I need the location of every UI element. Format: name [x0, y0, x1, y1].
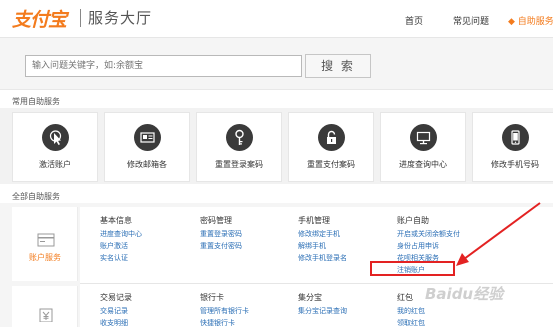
logo-separator [80, 9, 81, 27]
nav-faq[interactable]: 常见问题 [453, 14, 489, 27]
link-real-name[interactable]: 实名认证 [100, 252, 142, 264]
link-manage-bank-cards[interactable]: 管理所有银行卡 [200, 305, 249, 317]
column-mobile: 手机管理 修改绑定手机 解绑手机 修改手机登录名 [298, 215, 347, 264]
column-heading: 密码管理 [200, 216, 232, 225]
baidu-watermark: Baidu经验 [425, 285, 504, 303]
link-progress-center[interactable]: 进度查询中心 [100, 228, 142, 240]
column-heading: 集分宝 [298, 293, 322, 302]
category-label: 账户服务 [29, 253, 61, 262]
tile-reset-pay-password[interactable]: 重置支付案码 [288, 112, 374, 182]
link-reset-pay-password[interactable]: 重置支付密码 [200, 240, 242, 252]
tile-change-email[interactable]: 修改邮箱各 [104, 112, 190, 182]
tile-label: 进度查询中心 [399, 160, 447, 169]
column-jifenbao: 集分宝 集分宝记录查询 [298, 292, 347, 317]
link-income-detail[interactable]: 收支明细 [100, 317, 132, 327]
section-common-title: 常用自助服务 [12, 97, 60, 106]
column-trade-records: 交易记录 交易记录 收支明细 [100, 292, 132, 327]
site-name: 服务大厅 [88, 9, 153, 27]
link-reset-login-password[interactable]: 重置登录密码 [200, 228, 242, 240]
key-icon [235, 129, 244, 145]
column-heading: 银行卡 [200, 293, 224, 302]
column-basic-info: 基本信息 进度查询中心 账户激活 实名认证 [100, 215, 142, 264]
link-change-mobile-login[interactable]: 修改手机登录名 [298, 252, 347, 264]
tile-change-mobile[interactable]: 修改手机号码 [472, 112, 553, 182]
column-heading: 手机管理 [298, 216, 330, 225]
yen-icon [39, 308, 53, 322]
nav-home[interactable]: 首页 [405, 14, 423, 27]
column-red-packet: 红包 我的红包 领取红包 [397, 292, 425, 327]
column-heading: 红包 [397, 293, 413, 302]
link-jifenbao-records[interactable]: 集分宝记录查询 [298, 305, 347, 317]
cursor-click-icon [49, 130, 62, 145]
tile-reset-login-password[interactable]: 重置登录案码 [196, 112, 282, 182]
section-all-title: 全部自助服务 [12, 192, 60, 201]
link-change-bound-mobile[interactable]: 修改绑定手机 [298, 228, 347, 240]
alipay-logo[interactable]: 支付宝 [12, 5, 67, 32]
tile-label: 重置支付案码 [307, 160, 355, 169]
link-identity-appeal[interactable]: 身份占用申诉 [397, 240, 460, 252]
monitor-icon [416, 131, 431, 145]
link-balance-payment[interactable]: 开启或关闭余额支付 [397, 228, 460, 240]
search-button[interactable]: 搜 索 [305, 54, 371, 78]
column-heading: 基本信息 [100, 216, 132, 225]
category-account[interactable]: 账户服务 [12, 207, 78, 281]
link-account-activate[interactable]: 账户激活 [100, 240, 142, 252]
tile-progress-center[interactable]: 进度查询中心 [380, 112, 466, 182]
tile-activate-account[interactable]: 激活账户 [12, 112, 98, 182]
link-unbind-mobile[interactable]: 解绑手机 [298, 240, 347, 252]
column-password: 密码管理 重置登录密码 重置支付密码 [200, 215, 242, 252]
annotation-highlight-box [370, 261, 455, 276]
tile-label: 重置登录案码 [215, 160, 263, 169]
column-heading: 交易记录 [100, 293, 132, 302]
header: 支付宝 服务大厅 首页 常见问题 ◆ 自助服务 [0, 0, 553, 38]
column-bank-card: 银行卡 管理所有银行卡 快捷银行卡 [200, 292, 249, 327]
search-input[interactable] [25, 55, 302, 77]
mobile-phone-icon [511, 130, 520, 145]
lock-icon [327, 130, 336, 144]
category-trade[interactable] [12, 286, 78, 327]
column-heading: 账户自助 [397, 216, 429, 225]
tile-label: 激活账户 [39, 160, 71, 169]
tile-label: 修改邮箱各 [127, 160, 167, 169]
card-icon [37, 233, 55, 247]
link-trade-records[interactable]: 交易记录 [100, 305, 132, 317]
nav-self-service[interactable]: ◆ 自助服务 [508, 14, 553, 27]
link-claim-red-packet[interactable]: 领取红包 [397, 317, 425, 327]
link-quick-bank-card[interactable]: 快捷银行卡 [200, 317, 249, 327]
link-my-red-packets[interactable]: 我的红包 [397, 305, 425, 317]
tile-label: 修改手机号码 [491, 160, 539, 169]
id-card-icon [140, 132, 155, 143]
